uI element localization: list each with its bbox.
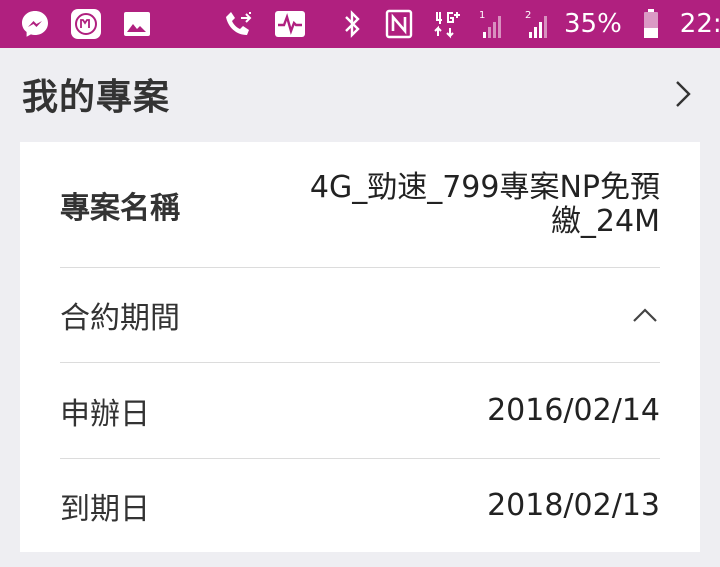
nfc-icon	[382, 7, 416, 41]
call-forward-icon	[222, 7, 256, 41]
system-icons: 1 2 35% 22:49	[324, 7, 720, 41]
chevron-up-icon[interactable]	[630, 300, 660, 330]
night-mode-icon	[171, 7, 205, 41]
notification-icons	[18, 7, 324, 41]
start-date-row: 申辦日 2016/02/14	[60, 363, 660, 459]
clock: 22:49	[679, 9, 720, 39]
signal-2-icon: 2	[520, 7, 554, 41]
pulse-app-icon	[273, 7, 307, 41]
battery-icon	[634, 7, 668, 41]
start-date-label: 申辦日	[60, 396, 150, 432]
end-date-value: 2018/02/13	[487, 488, 660, 523]
start-date-value: 2016/02/14	[487, 393, 660, 428]
end-date-label: 到期日	[60, 491, 150, 527]
plan-card: 專案名稱 4G_勁速_799專案NP免預繳_24M 合約期間 申辦日 2016/…	[20, 142, 700, 552]
plan-name-row: 專案名稱 4G_勁速_799專案NP免預繳_24M	[60, 142, 660, 268]
bluetooth-icon	[336, 7, 370, 41]
page-title: 我的專案	[22, 77, 171, 118]
contract-period-label: 合約期間	[60, 301, 180, 336]
signal-1-icon: 1	[474, 7, 508, 41]
mi-app-icon	[69, 7, 103, 41]
page-header[interactable]: 我的專案	[0, 48, 720, 140]
plan-name-value: 4G_勁速_799專案NP免預繳_24M	[309, 169, 660, 239]
contract-period-row[interactable]: 合約期間	[60, 268, 660, 363]
messenger-icon	[18, 7, 52, 41]
status-bar: 1 2 35% 22:49	[0, 0, 720, 48]
plan-name-label: 專案名稱	[60, 190, 180, 226]
chevron-right-icon[interactable]	[668, 79, 698, 109]
svg-text:2: 2	[525, 10, 531, 21]
end-date-row: 到期日 2018/02/13	[60, 459, 660, 552]
4g-data-icon	[428, 7, 462, 41]
svg-text:1: 1	[479, 10, 485, 21]
gallery-icon	[120, 7, 154, 41]
battery-percent: 35%	[564, 9, 622, 39]
